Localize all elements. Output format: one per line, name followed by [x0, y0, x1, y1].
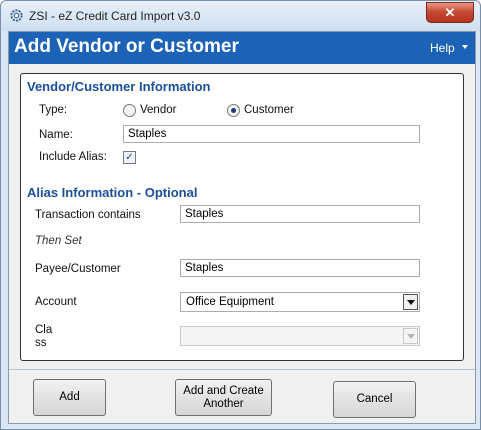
name-label: Name: [39, 129, 73, 141]
cancel-button-label: Cancel [356, 393, 393, 405]
vendor-section-title: Vendor/Customer Information [27, 79, 211, 94]
include-alias-label: Include Alias: [39, 151, 107, 163]
add-button-label: Add [59, 391, 80, 403]
chevron-down-icon[interactable] [462, 45, 468, 49]
payee-customer-label: Payee/Customer [35, 263, 121, 275]
class-label-line2: ss [35, 337, 47, 349]
footer-divider [9, 369, 475, 370]
add-button[interactable]: Add [33, 379, 106, 416]
app-window: ZSI - eZ Credit Card Import v3.0 ✕ Add V… [0, 0, 481, 430]
dialog-header: Add Vendor or Customer Help [9, 32, 475, 64]
transaction-contains-field[interactable]: Staples [180, 205, 420, 223]
account-label: Account [35, 296, 77, 308]
then-set-label: Then Set [35, 235, 82, 247]
cancel-button[interactable]: Cancel [333, 381, 416, 418]
payee-customer-field[interactable]: Staples [180, 259, 420, 277]
transaction-contains-label: Transaction contains [35, 209, 141, 221]
check-icon: ✓ [125, 151, 134, 163]
dropdown-arrow-icon [403, 328, 418, 344]
window-title: ZSI - eZ Credit Card Import v3.0 [29, 9, 201, 23]
help-menu[interactable]: Help [430, 41, 455, 55]
radio-vendor-label[interactable]: Vendor [140, 104, 176, 116]
form-panel: Vendor/Customer Information Type: Vendor… [20, 73, 464, 361]
close-button[interactable]: ✕ [426, 2, 474, 23]
radio-customer[interactable] [227, 104, 240, 117]
account-select[interactable]: Office Equipment [180, 292, 420, 312]
add-and-create-another-button[interactable]: Add and Create Another [175, 379, 272, 416]
dialog-body: Add Vendor or Customer Help Vendor/Custo… [8, 31, 476, 424]
gear-icon [10, 9, 23, 22]
title-bar[interactable]: ZSI - eZ Credit Card Import v3.0 ✕ [1, 1, 480, 31]
type-label: Type: [39, 104, 68, 116]
dropdown-arrow-icon[interactable] [403, 294, 418, 310]
class-select [180, 326, 420, 346]
page-title: Add Vendor or Customer [14, 36, 239, 57]
name-field[interactable]: Staples [123, 125, 420, 143]
radio-vendor[interactable] [123, 104, 136, 117]
include-alias-checkbox[interactable]: ✓ [123, 151, 136, 164]
close-icon: ✕ [444, 4, 456, 20]
account-value: Office Equipment [186, 296, 275, 308]
radio-customer-label[interactable]: Customer [244, 104, 294, 116]
add-create-label: Add and Create Another [183, 384, 264, 410]
class-label-line1: Cla [35, 324, 53, 336]
alias-section-title: Alias Information - Optional [27, 185, 198, 200]
